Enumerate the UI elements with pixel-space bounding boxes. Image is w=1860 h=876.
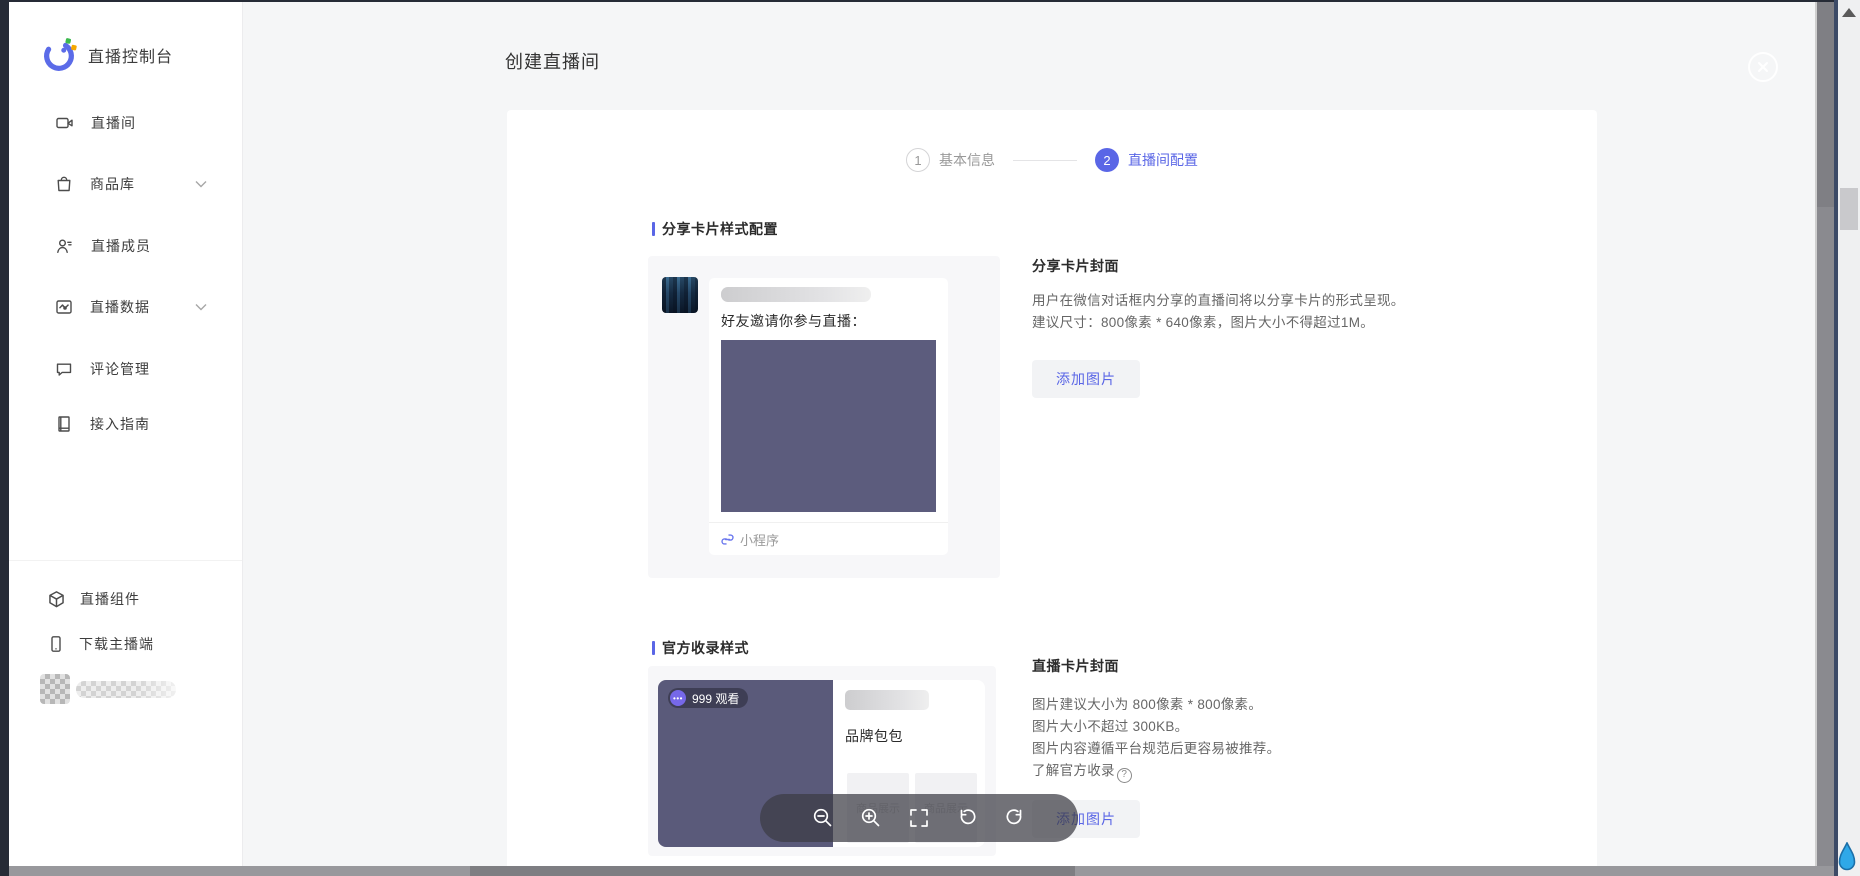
live-cover-info: 直播卡片封面 图片建议大小为 800像素 * 800像素。 图片大小不超过 30…	[1032, 656, 1502, 838]
step-2-circle: 2	[1095, 148, 1119, 172]
step-indicator: 1 基本信息 2 直播间配置	[507, 148, 1597, 172]
sidebar-item-live-data[interactable]: 直播数据	[55, 296, 150, 318]
info-line-help: 了解官方收录?	[1032, 760, 1502, 783]
pointer-cursor-icon	[1836, 842, 1858, 876]
sidebar-item-label: 直播成员	[91, 236, 151, 256]
add-share-image-button[interactable]: 添加图片	[1032, 360, 1140, 398]
comment-icon	[55, 360, 73, 378]
fullscreen-icon[interactable]	[907, 806, 931, 830]
viewer-count: 999 观看	[692, 690, 739, 707]
info-line: 建议尺寸：800像素 * 640像素，图片大小不得超过1M。	[1032, 312, 1502, 334]
chevron-down-icon	[195, 180, 207, 188]
chat-avatar-image	[662, 277, 698, 313]
info-line: 图片内容遵循平台规范后更容易被推荐。	[1032, 738, 1502, 760]
blurred-room-title	[845, 690, 929, 710]
sidebar-item-label: 直播数据	[90, 297, 150, 317]
shop-name: 品牌包包	[845, 726, 903, 746]
sidebar: 直播控制台 直播间 商品库	[9, 2, 243, 866]
share-card-preview-panel: 好友邀请你参与直播： 小程序	[648, 256, 1000, 578]
app-title: 直播控制台	[88, 43, 173, 67]
section-accent-bar	[652, 641, 655, 655]
rotate-right-icon[interactable]	[1003, 806, 1027, 830]
info-line: 用户在微信对话框内分享的直播间将以分享卡片的形式呈现。	[1032, 290, 1502, 312]
scroll-up-arrow-icon[interactable]	[1842, 8, 1856, 17]
zoom-out-icon[interactable]	[811, 806, 835, 830]
sidebar-item-live-members[interactable]: 直播成员	[55, 235, 151, 257]
step-1: 1 基本信息	[906, 148, 995, 172]
create-live-room-card: 1 基本信息 2 直播间配置 分享卡片样式配置 好友邀请你参与直播：	[507, 110, 1597, 866]
page-vertical-scrollbar[interactable]	[1815, 2, 1834, 866]
close-button[interactable]	[1748, 52, 1778, 82]
horizontal-scrollbar-thumb[interactable]	[470, 866, 1075, 876]
host-vertical-scrollbar[interactable]	[1838, 0, 1860, 876]
share-card-section-header: 分享卡片样式配置	[652, 219, 778, 239]
data-chart-icon	[55, 298, 73, 316]
sidebar-item-label: 接入指南	[90, 414, 150, 434]
miniprogram-link-icon	[721, 533, 734, 546]
logo-row: 直播控制台	[40, 36, 173, 74]
shopping-bag-icon	[55, 175, 73, 193]
step-1-circle: 1	[906, 148, 930, 172]
avatar	[40, 674, 70, 704]
phone-icon	[47, 635, 65, 653]
info-title: 直播卡片封面	[1032, 656, 1502, 676]
sidebar-item-comment-management[interactable]: 评论管理	[55, 358, 150, 380]
user-account-row[interactable]	[40, 674, 176, 704]
blurred-sender-name	[721, 287, 871, 302]
viewer-count-badge: ••• 999 观看	[668, 688, 748, 708]
step-connector	[1013, 160, 1077, 161]
step-1-label: 基本信息	[939, 150, 995, 170]
info-title: 分享卡片封面	[1032, 256, 1502, 276]
page-horizontal-scrollbar[interactable]	[9, 866, 1834, 876]
sidebar-item-label: 直播间	[91, 113, 136, 133]
info-line: 图片大小不超过 300KB。	[1032, 716, 1502, 738]
step-2: 2 直播间配置	[1095, 148, 1198, 172]
bubble-footer: 小程序	[709, 522, 948, 555]
image-preview-toolbar	[760, 794, 1078, 842]
help-link-text[interactable]: 了解官方收录	[1032, 763, 1115, 778]
sidebar-item-label: 商品库	[90, 174, 135, 194]
info-line: 图片建议大小为 800像素 * 800像素。	[1032, 694, 1502, 716]
close-icon	[1757, 61, 1769, 73]
step-2-label: 直播间配置	[1128, 150, 1198, 170]
sidebar-item-label: 评论管理	[90, 359, 150, 379]
share-card-bubble: 好友邀请你参与直播： 小程序	[709, 278, 948, 555]
sidebar-divider	[9, 560, 242, 561]
rotate-left-icon[interactable]	[955, 806, 979, 830]
sidebar-item-label: 下载主播端	[79, 634, 154, 654]
sidebar-item-label: 直播组件	[80, 589, 140, 609]
sidebar-item-download-host-app[interactable]: 下载主播端	[47, 633, 154, 655]
invite-text: 好友邀请你参与直播：	[721, 311, 866, 331]
section-title: 官方收录样式	[662, 638, 749, 658]
blurred-username	[76, 681, 176, 698]
member-icon	[55, 237, 74, 255]
guide-book-icon	[55, 415, 73, 433]
chevron-down-icon	[195, 303, 207, 311]
share-cover-placeholder-image	[721, 340, 936, 512]
main-content: 创建直播间 1 基本信息 2 直播间配置	[243, 2, 1815, 866]
video-camera-icon	[55, 114, 74, 132]
miniprogram-label: 小程序	[740, 530, 779, 549]
official-listing-section-header: 官方收录样式	[652, 638, 749, 658]
app-window: 直播控制台 直播间 商品库	[9, 2, 1834, 876]
sidebar-item-live-components[interactable]: 直播组件	[47, 588, 140, 610]
sidebar-item-product-library[interactable]: 商品库	[55, 173, 135, 195]
live-status-icon: •••	[670, 690, 686, 706]
sidebar-item-integration-guide[interactable]: 接入指南	[55, 413, 150, 435]
question-circle-icon[interactable]: ?	[1117, 768, 1132, 783]
zoom-in-icon[interactable]	[859, 806, 883, 830]
section-title: 分享卡片样式配置	[662, 219, 778, 239]
cube-icon	[47, 590, 66, 609]
host-scrollbar-thumb[interactable]	[1840, 188, 1858, 230]
section-accent-bar	[652, 222, 655, 236]
share-cover-info: 分享卡片封面 用户在微信对话框内分享的直播间将以分享卡片的形式呈现。 建议尺寸：…	[1032, 256, 1502, 398]
live-console-logo-icon	[40, 36, 78, 74]
sidebar-item-live-room[interactable]: 直播间	[55, 112, 136, 134]
page-title: 创建直播间	[505, 48, 600, 74]
